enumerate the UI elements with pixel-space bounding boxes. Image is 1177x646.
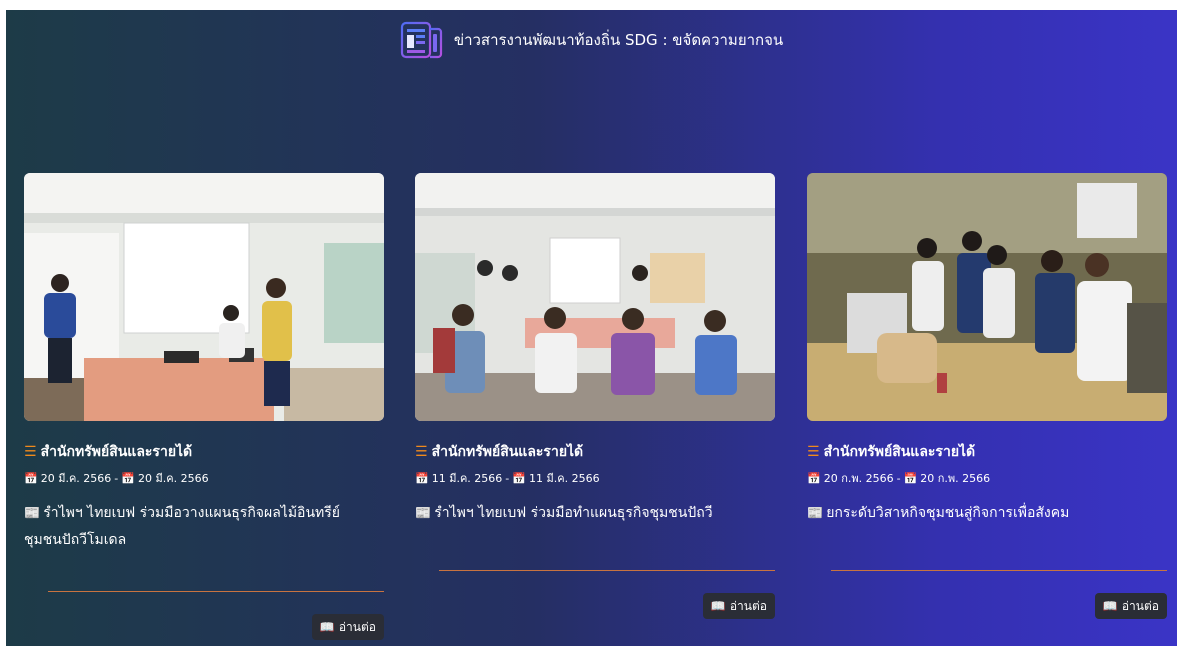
section-title: ข่าวสารงานพัฒนาท้องถิ่น SDG : ขจัดความยา… [453, 31, 784, 49]
news-photo[interactable] [415, 173, 775, 421]
read-more-button[interactable]: 📖 อ่านต่อ [311, 614, 384, 640]
department-label: ☰ สำนักทรัพย์สินและรายได้ [415, 444, 584, 460]
news-card[interactable]: ☰ สำนักทรัพย์สินและรายได้ 📅 11 มี.ค. 256… [415, 173, 775, 646]
layers-icon: ☰ [807, 444, 820, 460]
news-title[interactable]: 📰 รำไพฯ ไทยเบฟ ร่วมมือวางแผนธุรกิจผลไม้อิ… [24, 500, 364, 553]
date-range: 📅 20 ก.พ. 2566 - 📅 20 ก.พ. 2566 [807, 471, 991, 486]
card-divider [48, 591, 384, 592]
read-more-button[interactable]: 📖 อ่านต่อ [1094, 593, 1167, 619]
card-divider [831, 570, 1167, 571]
news-title[interactable]: 📰 รำไพฯ ไทยเบฟ ร่วมมือทำแผนธุรกิจชุมชนปัถ… [415, 500, 755, 527]
date-range: 📅 11 มี.ค. 2566 - 📅 11 มี.ค. 2566 [415, 471, 600, 486]
calendar-icon: 📅 [121, 471, 135, 485]
calendar-icon: 📅 [903, 471, 918, 485]
card-divider [439, 570, 775, 571]
document-icon: 📰 [415, 506, 432, 521]
news-section: ข่าวสารงานพัฒนาท้องถิ่น SDG : ขจัดความยา… [6, 10, 1177, 646]
news-photo[interactable] [807, 173, 1167, 421]
calendar-icon: 📅 [24, 471, 38, 485]
news-title[interactable]: 📰 ยกระดับวิสาหกิจชุมชนสู่กิจการเพื่อสังคม [807, 500, 1147, 527]
news-card[interactable]: ☰ สำนักทรัพย์สินและรายได้ 📅 20 มี.ค. 256… [24, 173, 384, 646]
reader-icon: 📖 [319, 620, 335, 634]
calendar-icon: 📅 [415, 471, 429, 485]
document-icon: 📰 [807, 506, 824, 521]
department-label: ☰ สำนักทรัพย์สินและรายได้ [24, 444, 193, 460]
date-range: 📅 20 มี.ค. 2566 - 📅 20 มี.ค. 2566 [24, 471, 209, 486]
department-label: ☰ สำนักทรัพย์สินและรายได้ [807, 444, 976, 460]
calendar-icon: 📅 [512, 471, 526, 485]
news-photo[interactable] [24, 173, 384, 421]
newspaper-icon [400, 21, 442, 59]
news-card[interactable]: ☰ สำนักทรัพย์สินและรายได้ 📅 20 ก.พ. 2566… [807, 173, 1167, 646]
calendar-icon: 📅 [807, 471, 821, 485]
section-header: ข่าวสารงานพัฒนาท้องถิ่น SDG : ขจัดความยา… [6, 20, 1177, 60]
document-icon: 📰 [24, 506, 41, 521]
reader-icon: 📖 [1102, 599, 1118, 613]
layers-icon: ☰ [24, 444, 37, 460]
reader-icon: 📖 [710, 599, 726, 613]
layers-icon: ☰ [415, 444, 428, 460]
read-more-button[interactable]: 📖 อ่านต่อ [702, 593, 775, 619]
